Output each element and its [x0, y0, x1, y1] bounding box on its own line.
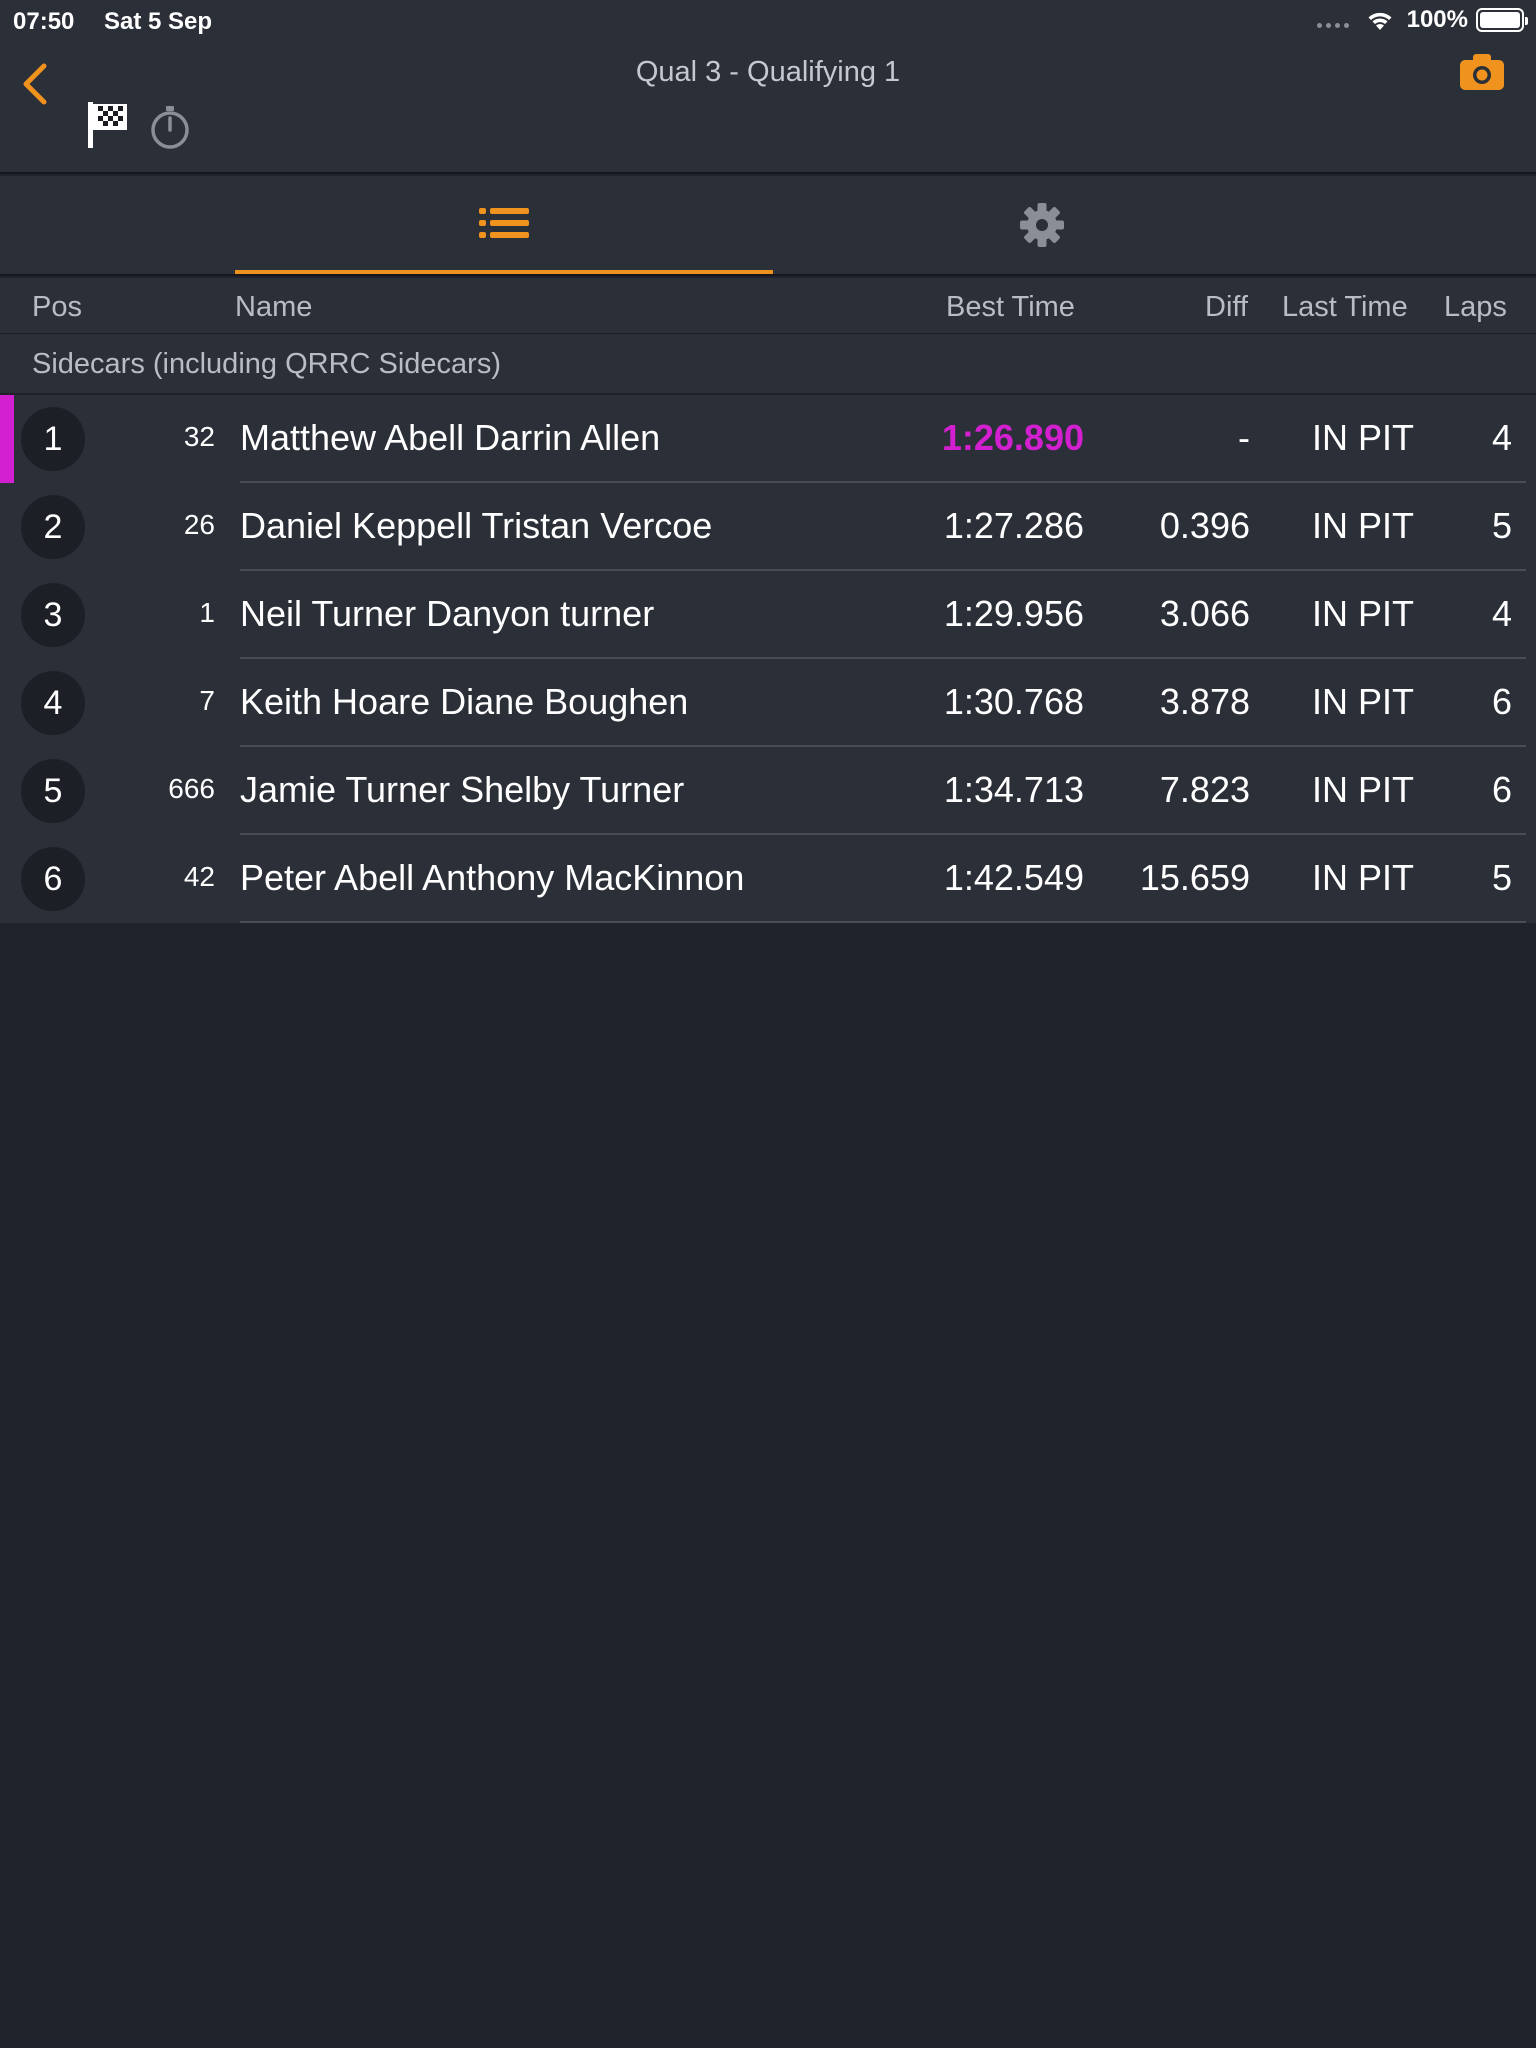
diff-time: 3.066 [1159, 593, 1250, 634]
diff-time: 7.823 [1159, 769, 1250, 810]
race-number: 1 [199, 597, 215, 628]
race-number: 42 [183, 861, 215, 892]
session-title: Qual 3 - Qualifying 1 [635, 56, 901, 88]
column-best-time: Best Time [946, 291, 1075, 323]
last-time: IN PIT [1311, 769, 1414, 810]
gear-icon [1020, 203, 1064, 247]
best-time: 1:26.890 [941, 417, 1084, 458]
rider-names: Peter Abell Anthony MacKinnon [240, 857, 745, 898]
column-diff: Diff [1205, 291, 1248, 323]
race-number: 7 [199, 685, 215, 716]
checkered-flag-icon[interactable] [86, 100, 130, 150]
result-row[interactable]: 6 42 Peter Abell Anthony MacKinnon 1:42.… [0, 835, 1536, 923]
column-pos: Pos [32, 291, 82, 323]
results-column-header: Pos Name Best Time Diff Last Time Laps [0, 278, 1536, 334]
result-row[interactable]: 1 32 Matthew Abell Darrin Allen 1:26.890… [0, 395, 1536, 483]
tab-settings[interactable] [773, 176, 1311, 274]
status-indicators: 100% [1316, 6, 1528, 34]
camera-icon[interactable] [1458, 50, 1506, 94]
tab-results-list[interactable] [235, 176, 773, 274]
position-badge: 3 [21, 583, 85, 647]
row-divider [240, 921, 1526, 923]
class-group-header: Sidecars (including QRRC Sidecars) [0, 334, 1536, 394]
rider-names: Daniel Keppell Tristan Vercoe [240, 505, 713, 546]
rider-names: Jamie Turner Shelby Turner [240, 769, 685, 810]
battery-icon [1476, 8, 1528, 32]
rider-names: Keith Hoare Diane Boughen [240, 681, 689, 722]
navigation-bar: Qual 3 - Qualifying 1 [0, 42, 1536, 174]
view-tab-bar [0, 176, 1536, 276]
position-badge: 4 [21, 671, 85, 735]
last-time: IN PIT [1311, 593, 1414, 634]
best-time: 1:29.956 [943, 593, 1084, 634]
best-time: 1:27.286 [943, 505, 1084, 546]
status-bar: 07:50 Sat 5 Sep 100% [0, 0, 1536, 42]
lap-count: 5 [1491, 857, 1512, 898]
last-time: IN PIT [1311, 417, 1414, 458]
result-row[interactable]: 4 7 Keith Hoare Diane Boughen 1:30.768 3… [0, 659, 1536, 747]
lap-count: 4 [1491, 417, 1512, 458]
position-badge: 6 [21, 847, 85, 911]
column-last-time: Last Time [1282, 291, 1408, 323]
stopwatch-icon[interactable] [148, 104, 192, 150]
lap-count: 4 [1491, 593, 1512, 634]
class-group-title: Sidecars (including QRRC Sidecars) [32, 348, 501, 380]
best-time: 1:34.713 [943, 769, 1084, 810]
lap-count: 6 [1491, 769, 1512, 810]
result-row[interactable]: 5 666 Jamie Turner Shelby Turner 1:34.71… [0, 747, 1536, 835]
column-laps: Laps [1444, 291, 1507, 323]
position-badge: 5 [21, 759, 85, 823]
fastest-lap-marker [0, 395, 14, 483]
last-time: IN PIT [1311, 681, 1414, 722]
cellular-signal-icon [1316, 22, 1349, 28]
race-number: 26 [183, 509, 215, 540]
rider-names: Neil Turner Danyon turner [240, 593, 655, 634]
status-date: Sat 5 Sep [104, 8, 213, 35]
list-icon [479, 208, 529, 238]
diff-time: 0.396 [1159, 505, 1250, 546]
diff-time: - [1238, 417, 1250, 458]
diff-time: 15.659 [1139, 857, 1250, 898]
wifi-icon [1368, 12, 1392, 30]
best-time: 1:30.768 [943, 681, 1084, 722]
status-time: 07:50 [13, 8, 75, 35]
race-number: 32 [183, 421, 215, 452]
rider-names: Matthew Abell Darrin Allen [240, 417, 661, 458]
result-row[interactable]: 3 1 Neil Turner Danyon turner 1:29.956 3… [0, 571, 1536, 659]
position-badge: 2 [21, 495, 85, 559]
battery-percent: 100% [1406, 6, 1468, 33]
last-time: IN PIT [1311, 857, 1414, 898]
lap-count: 6 [1491, 681, 1512, 722]
diff-time: 3.878 [1159, 681, 1250, 722]
race-number: 666 [168, 773, 215, 804]
lap-count: 5 [1491, 505, 1512, 546]
position-badge: 1 [21, 407, 85, 471]
result-row[interactable]: 2 26 Daniel Keppell Tristan Vercoe 1:27.… [0, 483, 1536, 571]
column-name: Name [235, 291, 313, 323]
best-time: 1:42.549 [943, 857, 1084, 898]
results-table: 1 32 Matthew Abell Darrin Allen 1:26.890… [0, 395, 1536, 923]
last-time: IN PIT [1311, 505, 1414, 546]
